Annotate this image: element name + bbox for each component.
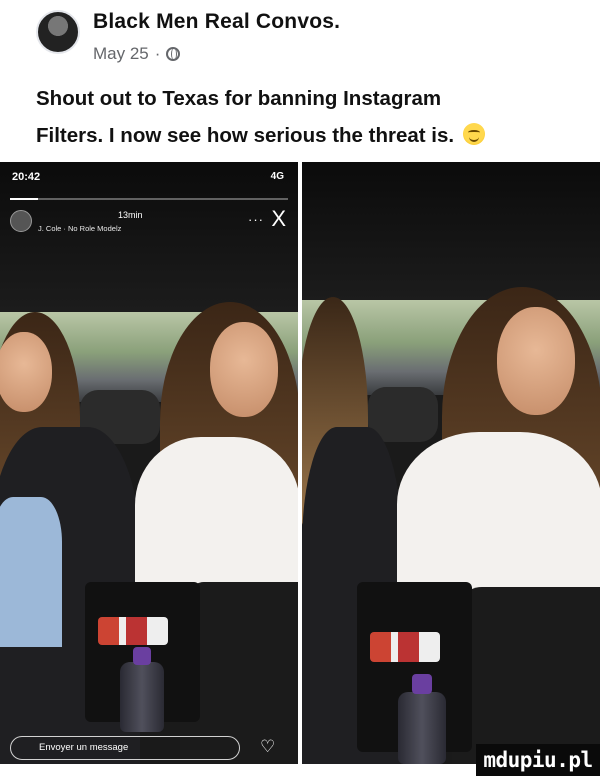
post-caption: Shout out to Texas for banning Instagram…	[36, 80, 576, 154]
water-bottle	[120, 662, 164, 732]
story-progress	[10, 198, 288, 200]
candy-packs	[370, 632, 440, 662]
post-meta: May 25 ·	[93, 44, 181, 64]
phone-status-bar: 20:42 4G	[0, 162, 298, 192]
photo-right-unfiltered[interactable]	[302, 162, 600, 764]
post-date[interactable]: May 25	[93, 44, 149, 64]
post-header: Black Men Real Convos. May 25 · Shout ou…	[0, 0, 600, 160]
story-music[interactable]: J. Cole · No Role Modelz	[38, 224, 121, 233]
status-network: 4G	[270, 171, 284, 182]
water-bottle	[398, 692, 446, 764]
bottle-cap	[133, 647, 151, 665]
close-icon[interactable]: X	[271, 206, 286, 232]
grinning-sweat-emoji-icon	[462, 123, 485, 145]
person-left-top	[0, 497, 62, 647]
story-progress-fill	[10, 198, 38, 200]
globe-icon	[166, 47, 181, 61]
caption-line-2: Filters. I now see how serious the threa…	[36, 117, 576, 154]
caption-line-1: Shout out to Texas for banning Instagram	[36, 87, 442, 110]
story-avatar[interactable]	[10, 210, 32, 232]
person-right-skirt	[452, 587, 600, 764]
watermark: mdupiu.pl	[476, 744, 600, 776]
meta-separator: ·	[154, 44, 161, 63]
story-elapsed: 13min	[118, 210, 143, 220]
photo-left-filtered[interactable]: 20:42 4G 13min J. Cole · No Role Modelz …	[0, 162, 298, 764]
person-right-face	[210, 322, 278, 417]
page-name[interactable]: Black Men Real Convos.	[93, 10, 340, 34]
candy-packs	[98, 617, 168, 645]
heart-icon[interactable]: ♡	[260, 738, 276, 755]
person-left-face	[0, 332, 52, 412]
story-header: 13min J. Cole · No Role Modelz ··· X	[10, 206, 290, 242]
caption-line-2-text: Filters. I now see how serious the threa…	[36, 124, 455, 147]
person-right-face	[497, 307, 575, 415]
page-avatar[interactable]	[36, 10, 80, 54]
car-ceiling	[302, 162, 600, 302]
status-time: 20:42	[12, 171, 41, 183]
bottle-cap	[412, 674, 432, 694]
reply-message-input[interactable]: Envoyer un message	[10, 736, 240, 760]
more-options-icon[interactable]: ···	[248, 212, 264, 227]
